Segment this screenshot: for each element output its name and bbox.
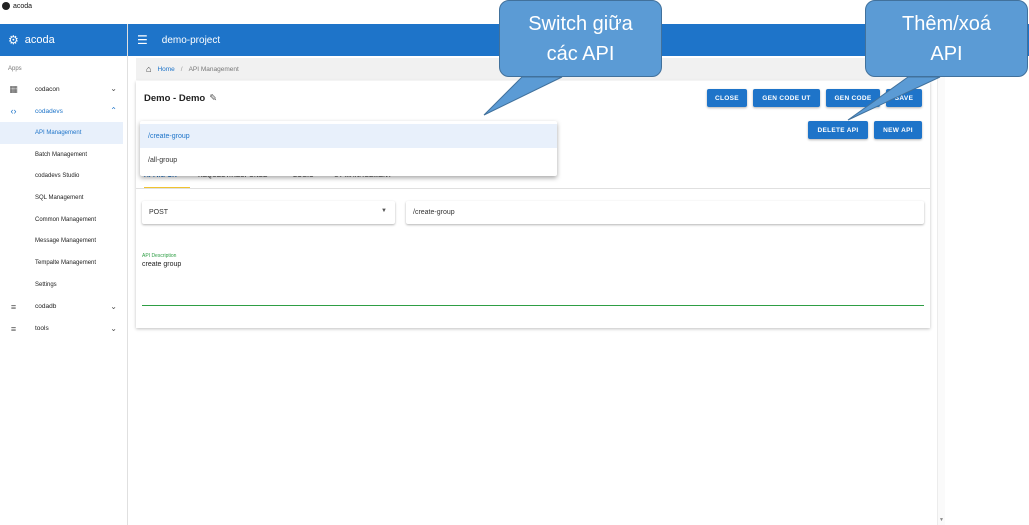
- breadcrumb-current: API Management: [188, 65, 239, 73]
- api-dropdown: /create-group /all-group: [140, 121, 557, 176]
- gear-icon: ⚙: [8, 33, 19, 47]
- sidebar-group-codadb[interactable]: ≡ codadb ⌄: [0, 296, 127, 318]
- card-title: Demo - Demo: [144, 93, 206, 104]
- window-title: acoda: [13, 2, 33, 10]
- callout-switch-api: Switch giữa các API: [499, 0, 662, 77]
- description-input[interactable]: create group: [142, 261, 181, 268]
- chevron-down-icon: ⌄: [110, 84, 117, 93]
- breadcrumb-home[interactable]: Home: [157, 66, 174, 73]
- project-name: demo-project: [161, 34, 221, 46]
- callout-switch-line1: Switch giữa: [528, 12, 633, 35]
- api-card: Demo - Demo ✎ CLOSE GEN CODE UT GEN CODE …: [136, 81, 930, 328]
- scrollbar[interactable]: ▼: [937, 56, 945, 525]
- dropdown-option-all-group[interactable]: /all-group: [140, 148, 557, 172]
- sidebar-group-label: codacon: [35, 85, 60, 93]
- chevron-down-icon: ⌄: [110, 323, 117, 333]
- method-select[interactable]: POST ▼: [142, 201, 395, 224]
- method-value: POST: [149, 209, 169, 216]
- section-label: Apps: [8, 66, 22, 72]
- sidebar-group-tools[interactable]: ≡ tools ⌄: [0, 318, 127, 340]
- app-icon: [2, 2, 10, 10]
- sidebar-item-common-management[interactable]: Common Management: [0, 209, 127, 231]
- sidebar-group-label: tools: [35, 325, 49, 332]
- page-title: Demo - Demo ✎: [144, 93, 217, 104]
- brand[interactable]: ⚙ acoda: [0, 24, 127, 56]
- save-button[interactable]: SAVE: [886, 89, 922, 107]
- sidebar-item-settings[interactable]: Settings: [0, 274, 127, 296]
- database-icon: ≡: [10, 301, 17, 312]
- callout-switch-line2: các API: [546, 42, 615, 65]
- hamburger-menu-icon[interactable]: ☰: [137, 33, 148, 47]
- sidebar-group-label: codadb: [35, 303, 57, 310]
- pencil-icon[interactable]: ✎: [209, 93, 217, 104]
- sidebar-group-codadevs[interactable]: ‹› codadevs ⌃: [0, 100, 127, 122]
- sidebar-item-codadevs-studio[interactable]: codadevs Studio: [0, 165, 127, 187]
- sidebar: ⚙ acoda Apps ▦ codacon ⌄ ‹› codadevs ⌃ A…: [0, 24, 128, 525]
- sidebar-item-template-management[interactable]: Tempalte Management: [0, 252, 127, 274]
- sidebar-group-label: codadevs: [35, 107, 63, 115]
- description-underline: [142, 305, 924, 306]
- home-icon[interactable]: ⌂: [146, 64, 151, 74]
- scroll-down-icon[interactable]: ▼: [939, 517, 944, 523]
- breadcrumb-separator: /: [180, 65, 183, 73]
- chevron-up-icon: ⌃: [110, 106, 117, 115]
- sidebar-group-codacon[interactable]: ▦ codacon ⌄: [0, 78, 127, 100]
- delete-api-button[interactable]: DELETE API: [808, 121, 868, 139]
- gen-code-ut-button[interactable]: GEN CODE UT: [753, 89, 820, 107]
- database-icon: ≡: [10, 323, 17, 334]
- dropdown-option-create-group[interactable]: /create-group: [140, 124, 557, 148]
- chevron-down-icon: ⌄: [110, 301, 117, 311]
- sidebar-item-api-management[interactable]: API Management: [0, 122, 123, 144]
- path-input[interactable]: /create-group: [406, 201, 924, 224]
- code-icon: ‹›: [10, 106, 17, 116]
- close-button[interactable]: CLOSE: [707, 89, 747, 107]
- screen: acoda ⚙ acoda Apps ▦ codacon ⌄ ‹› codade…: [0, 0, 1029, 525]
- brand-label: acoda: [24, 34, 55, 46]
- sidebar-item-sql-management[interactable]: SQL Management: [0, 187, 127, 209]
- gen-code-button[interactable]: GEN CODE: [826, 89, 880, 107]
- callout-add-line1: Thêm/xoá: [902, 12, 991, 35]
- description-label: API Description: [142, 253, 177, 259]
- callout-add-line2: API: [930, 42, 963, 65]
- caret-down-icon: ▼: [381, 208, 387, 214]
- sidebar-item-message-management[interactable]: Message Management: [0, 230, 127, 252]
- callout-add-delete-api: Thêm/xoá API: [865, 0, 1028, 77]
- tab-divider: [136, 188, 930, 189]
- grid-icon: ▦: [9, 83, 18, 94]
- sidebar-item-batch-management[interactable]: Batch Management: [0, 144, 127, 166]
- new-api-button[interactable]: NEW API: [874, 121, 922, 139]
